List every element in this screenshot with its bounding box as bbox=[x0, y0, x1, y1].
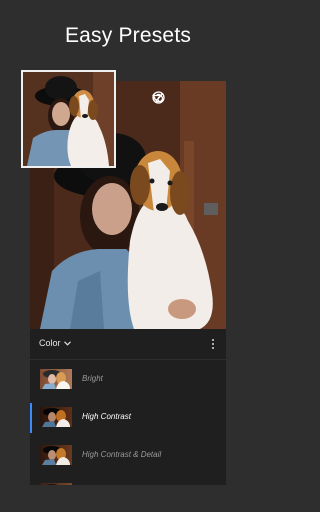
presets-panel: Color Bright High Contrast High Contrast… bbox=[30, 329, 226, 485]
chevron-down-icon bbox=[63, 340, 71, 346]
preset-thumbnail bbox=[40, 369, 72, 389]
preset-item-bright[interactable]: Bright bbox=[30, 365, 226, 403]
more-options-icon[interactable] bbox=[210, 337, 216, 349]
preset-item-high-contrast[interactable]: High Contrast bbox=[30, 403, 226, 441]
preset-item-partial[interactable] bbox=[30, 479, 226, 485]
preset-thumbnail bbox=[40, 407, 72, 427]
category-label: Color bbox=[39, 338, 61, 348]
edit-toolbar bbox=[152, 91, 218, 105]
help-icon[interactable] bbox=[152, 91, 192, 105]
preset-label: High Contrast bbox=[82, 412, 131, 421]
preset-label: Bright bbox=[82, 374, 103, 383]
selected-indicator bbox=[30, 403, 32, 433]
presets-header: Color bbox=[30, 329, 226, 360]
headline: Easy Presets bbox=[64, 24, 192, 47]
category-dropdown[interactable]: Color bbox=[39, 338, 71, 348]
checkmark-icon[interactable] bbox=[152, 91, 218, 105]
before-photo-inset bbox=[21, 70, 116, 168]
preset-label: High Contrast & Detail bbox=[82, 450, 162, 459]
preset-thumbnail bbox=[40, 445, 72, 465]
preset-item-high-contrast-detail[interactable]: High Contrast & Detail bbox=[30, 441, 226, 479]
preset-thumbnail bbox=[40, 483, 72, 485]
